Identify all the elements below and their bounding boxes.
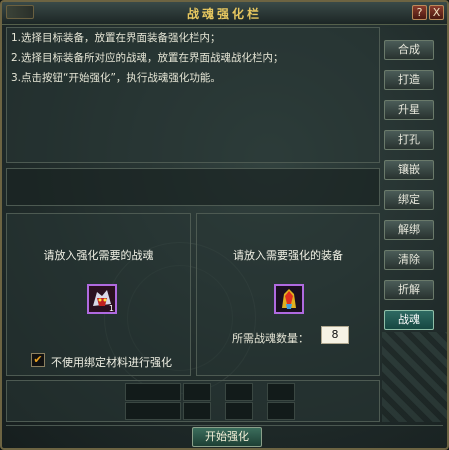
soul-slot-label: 请放入强化需要的战魂	[43, 249, 154, 262]
equipment-item-slot[interactable]	[274, 284, 304, 314]
instruction-line-3: 3.点击按钮“开始强化”，执行战魂强化功能。	[11, 72, 221, 84]
side-button-dismantle[interactable]: 折解	[384, 280, 434, 300]
material-slot[interactable]	[225, 383, 253, 401]
close-button[interactable]: X	[429, 5, 444, 20]
result-info-panel	[6, 168, 380, 206]
material-slots-panel	[6, 380, 380, 422]
side-button-punch[interactable]: 打孔	[384, 130, 434, 150]
side-button-inlay[interactable]: 镶嵌	[384, 160, 434, 180]
item-count: 1	[108, 304, 114, 313]
soul-slot-panel: 请放入强化需要的战魂 1 ✔ 不使用绑定材料进行强化	[6, 213, 191, 376]
material-slot[interactable]	[267, 383, 295, 401]
window-title: 战魂强化栏	[186, 7, 262, 21]
material-slot[interactable]	[267, 402, 295, 420]
side-button-unbind[interactable]: 解绑	[384, 220, 434, 240]
phoenix-helmet-icon	[276, 286, 302, 312]
instructions-panel: 1.选择目标装备，放置在界面装备强化栏内； 2.选择目标装备所对应的战魂，放置在…	[6, 27, 380, 163]
side-button-clear[interactable]: 清除	[384, 250, 434, 270]
equipment-slot-panel: 请放入需要强化的装备 所需战魂数量： 8	[196, 213, 380, 376]
help-button[interactable]: ?	[412, 5, 427, 20]
instruction-line-2: 2.选择目标装备所对应的战魂，放置在界面战魂战化栏内；	[11, 52, 284, 64]
equipment-slot-label: 请放入需要强化的装备	[233, 249, 343, 262]
no-bound-material-checkbox[interactable]: ✔	[31, 353, 45, 367]
side-button-bind[interactable]: 绑定	[384, 190, 434, 210]
start-enhance-button[interactable]: 开始强化	[192, 427, 262, 447]
title-bar[interactable]: 战魂强化栏 ? X	[2, 2, 447, 25]
side-button-compose[interactable]: 合成	[384, 40, 434, 60]
soul-enhance-window: 战魂强化栏 ? X 1.选择目标装备，放置在界面装备强化栏内； 2.选择目标装备…	[0, 0, 449, 450]
no-bound-material-label: 不使用绑定材料进行强化	[51, 356, 172, 369]
side-button-forge[interactable]: 打造	[384, 70, 434, 90]
side-button-star-up[interactable]: 升星	[384, 100, 434, 120]
side-button-war-soul[interactable]: 战魂	[384, 310, 434, 330]
material-slot[interactable]	[125, 383, 181, 401]
material-slot[interactable]	[225, 402, 253, 420]
material-slot[interactable]	[125, 402, 181, 420]
sidebar-decoration	[382, 332, 447, 422]
material-slot[interactable]	[183, 402, 211, 420]
required-soul-qty-label: 所需战魂数量：	[232, 332, 309, 345]
instruction-line-1: 1.选择目标装备，放置在界面装备强化栏内；	[11, 32, 221, 44]
material-slot[interactable]	[183, 383, 211, 401]
required-soul-qty-value: 8	[321, 326, 349, 344]
war-soul-item-slot[interactable]: 1	[87, 284, 117, 314]
